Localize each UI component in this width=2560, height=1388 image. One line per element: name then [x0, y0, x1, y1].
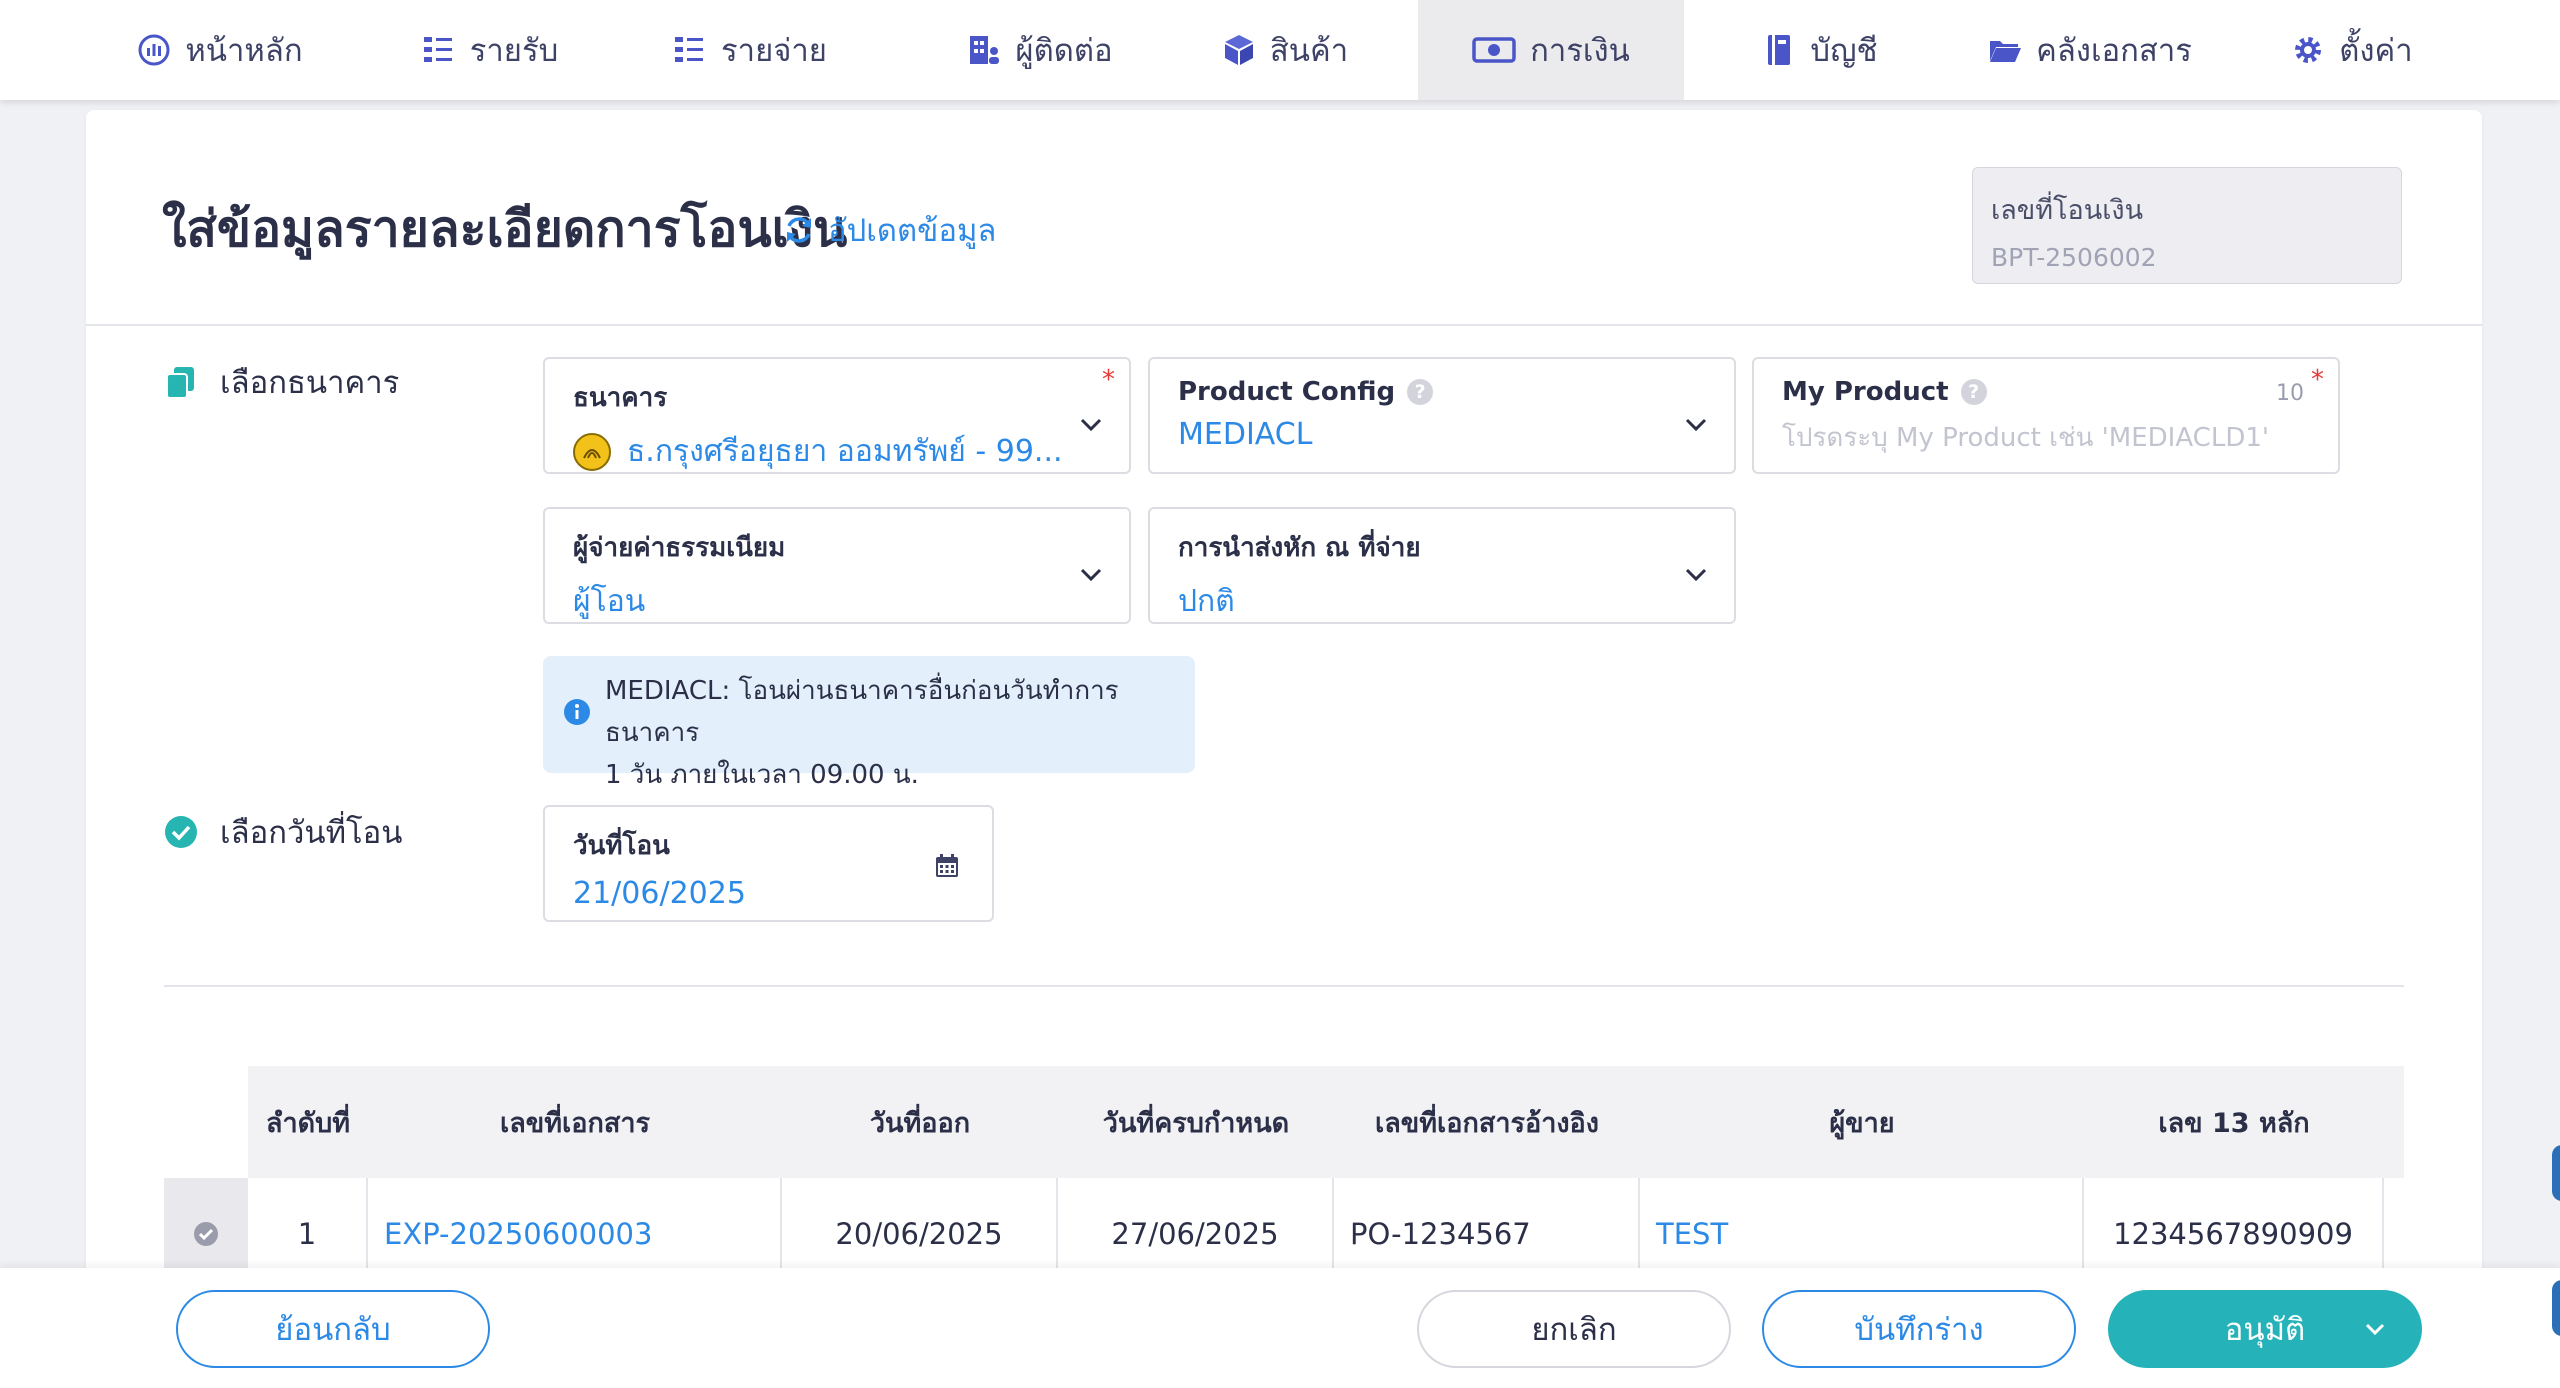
chevron-down-icon[interactable] [2364, 1322, 2386, 1336]
column-header: วันที่ออก [869, 1107, 971, 1139]
chevron-down-icon [1080, 418, 1102, 432]
my-product-label: My Product [1782, 377, 1949, 407]
nav-label: การเงิน [1530, 33, 1630, 69]
info-line-2: 1 วัน ภายในเวลา 09.00 น. [605, 760, 919, 790]
product-config-label: Product Config [1178, 377, 1396, 407]
column-header: วันที่ครบกำหนด [1102, 1107, 1290, 1139]
bank-value: ธ.กรุงศรีอยุธยา ออมทรัพย์ - 99... [627, 434, 1063, 469]
section-label-text: เลือกธนาคาร [220, 365, 400, 401]
calendar-icon[interactable] [934, 853, 960, 879]
transfer-number-field: เลขที่โอนเงิน BPT-2506002 [1972, 167, 2402, 284]
help-icon[interactable]: ? [1407, 379, 1434, 405]
nav-item-settings[interactable]: ตั้งค่า [2282, 0, 2422, 100]
contacts-icon [970, 36, 1000, 64]
info-icon [564, 699, 590, 725]
refresh-icon [787, 217, 811, 243]
folder-icon [1990, 41, 2022, 62]
fee-payer-select[interactable]: ผู้จ่ายค่าธรรมเนียม ผู้โอน [543, 507, 1131, 624]
nav-item-finance[interactable]: การเงิน [1418, 0, 1684, 100]
transfer-number-label: เลขที่โอนเงิน [1991, 195, 2144, 226]
info-line-1: MEDIACL: โอนผ่านธนาคารอื่นก่อนวันทำการธน… [605, 676, 1119, 748]
field-label: วันที่โอน [573, 831, 670, 861]
nav-label: คลังเอกสาร [2036, 33, 2192, 69]
nav-label: รายรับ [469, 33, 559, 69]
chevron-down-icon [1685, 418, 1707, 432]
field-label: ธนาคาร [573, 383, 668, 413]
nav-label: ผู้ติดต่อ [1015, 33, 1113, 69]
side-widget-handle[interactable] [2552, 1145, 2560, 1201]
field-label: My Product ? [1782, 377, 2312, 407]
nav-label: รายจ่าย [721, 33, 827, 69]
char-counter: 10 [2276, 381, 2304, 406]
nav-item-income[interactable]: รายรับ [400, 0, 580, 100]
dashboard-icon [138, 34, 170, 66]
copy-icon [166, 367, 194, 399]
nav-label: ตั้งค่า [2339, 33, 2413, 69]
field-value: ปกติ [1178, 584, 1235, 619]
field-label: Product Config ? [1178, 377, 1708, 407]
section-label-bank: เลือกธนาคาร [164, 357, 399, 407]
product-config-select[interactable]: Product Config ? MEDIACL [1148, 357, 1736, 474]
product-box-icon [1224, 35, 1253, 65]
page-title: ใส่ข้อมูลรายละเอียดการโอนเงิน [162, 200, 848, 258]
header-divider [86, 324, 2482, 326]
approve-button[interactable]: อนุมัติ [2108, 1290, 2422, 1368]
nav-item-products[interactable]: สินค้า [1210, 0, 1360, 100]
ledger-book-icon [1768, 35, 1791, 65]
refresh-label: อัปเดตข้อมูล [828, 213, 997, 249]
chevron-down-icon [1685, 568, 1707, 582]
back-button[interactable]: ย้อนกลับ [176, 1290, 490, 1368]
column-header: เลขที่เอกสารอ้างอิง [1375, 1107, 1599, 1139]
section-label-text: เลือกวันที่โอน [220, 815, 403, 851]
nav-item-accounting[interactable]: บัญชี [1750, 0, 1890, 100]
bank-logo-icon [573, 432, 611, 471]
table-header: ลำดับที่ เลขที่เอกสาร วันที่ออก วันที่คร… [248, 1066, 2404, 1178]
info-notice: MEDIACL: โอนผ่านธนาคารอื่นก่อนวันทำการธน… [543, 656, 1195, 790]
save-draft-button[interactable]: บันทึกร่าง [1762, 1290, 2076, 1368]
help-icon[interactable]: ? [1960, 379, 1987, 405]
refresh-button[interactable]: อัปเดตข้อมูล [782, 205, 996, 255]
top-nav: หน้าหลัก รายรับ รายจ่าย ผู้ติดต่อ สินค้า… [0, 0, 2560, 100]
income-list-icon [423, 37, 452, 62]
required-marker: * [1102, 365, 1115, 395]
chevron-down-icon [1080, 568, 1102, 582]
cancel-button[interactable]: ยกเลิก [1417, 1290, 1731, 1368]
field-value: ผู้โอน [573, 584, 646, 619]
field-placeholder: โปรดระบุ My Product เช่น 'MEDIACLD1' [1782, 423, 2270, 453]
column-header: เลข 13 หลัก [2158, 1107, 2310, 1139]
nav-item-contacts[interactable]: ผู้ติดต่อ [930, 0, 1150, 100]
required-marker: * [2311, 365, 2324, 395]
bank-select[interactable]: * ธนาคาร ธ.กรุงศรีอยุธยา ออมทรัพย์ - 99.… [543, 357, 1131, 474]
nav-label: บัญชี [1810, 33, 1878, 69]
transfer-number-value: BPT-2506002 [1991, 243, 2157, 272]
field-value: MEDIACL [1178, 417, 1313, 452]
check-circle-icon [194, 1222, 218, 1246]
transfer-date-picker[interactable]: วันที่โอน 21/06/2025 [543, 805, 994, 922]
expense-list-icon [675, 37, 704, 62]
check-circle-icon [165, 816, 197, 848]
side-widget-handle[interactable] [2552, 1280, 2560, 1336]
nav-item-documents[interactable]: คลังเอกสาร [1970, 0, 2210, 100]
nav-label: หน้าหลัก [185, 33, 303, 69]
section-label-date: เลือกวันที่โอน [164, 807, 402, 857]
nav-item-expense[interactable]: รายจ่าย [660, 0, 840, 100]
column-header: ผู้ขาย [1829, 1107, 1895, 1139]
column-header: ลำดับที่ [265, 1107, 351, 1139]
column-header: เลขที่เอกสาร [500, 1107, 650, 1139]
field-value: ธ.กรุงศรีอยุธยา ออมทรัพย์ - 99... [573, 428, 1103, 475]
section-divider [164, 985, 2404, 987]
approve-label: อนุมัติ [2224, 1312, 2306, 1348]
field-label: การนำส่งหัก ณ ที่จ่าย [1178, 533, 1421, 563]
action-bar: ย้อนกลับ ยกเลิก บันทึกร่าง อนุมัติ [0, 1268, 2560, 1388]
money-icon [1472, 37, 1516, 63]
gear-icon [2295, 37, 2322, 63]
my-product-input[interactable]: 10 * My Product ? โปรดระบุ My Product เช… [1752, 357, 2340, 474]
nav-label: สินค้า [1269, 33, 1349, 69]
nav-item-home[interactable]: หน้าหลัก [120, 0, 320, 100]
field-label: ผู้จ่ายค่าธรรมเนียม [573, 533, 786, 563]
field-value: 21/06/2025 [573, 876, 746, 911]
withholding-select[interactable]: การนำส่งหัก ณ ที่จ่าย ปกติ [1148, 507, 1736, 624]
